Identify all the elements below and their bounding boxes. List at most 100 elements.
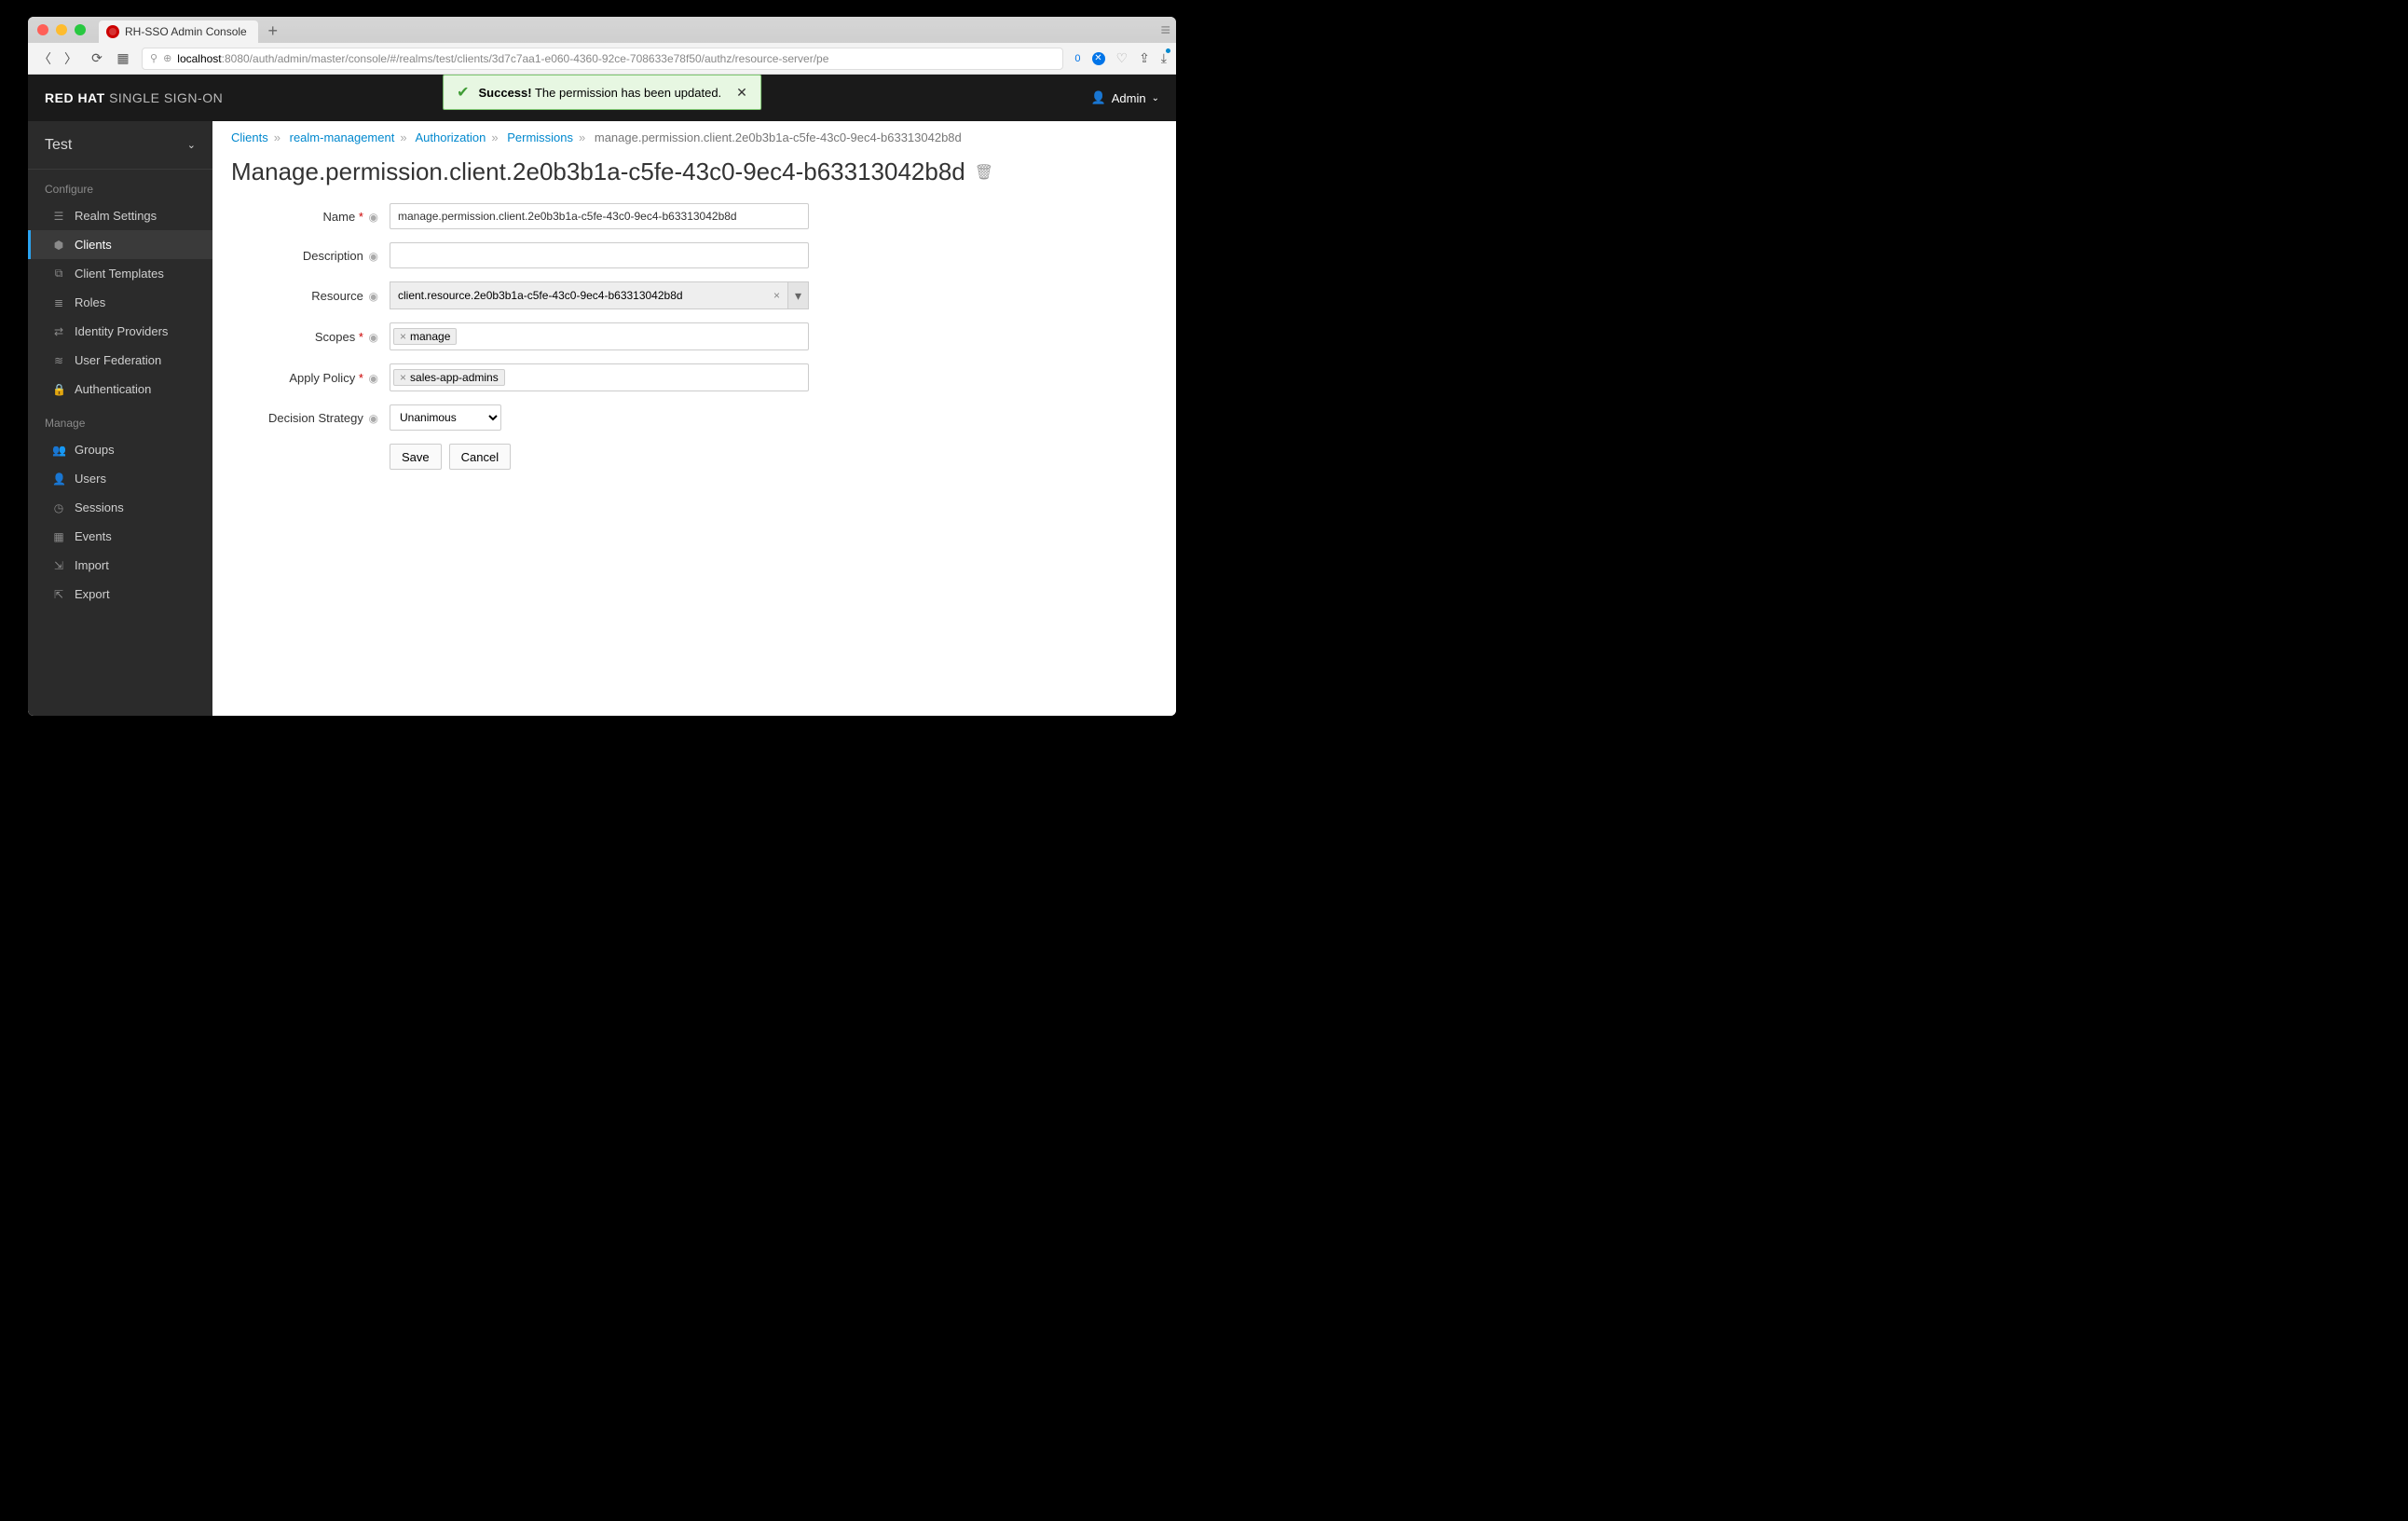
help-icon[interactable]: ◉ bbox=[369, 372, 378, 385]
chevron-down-icon: ⌄ bbox=[1152, 93, 1159, 103]
apps-grid-icon[interactable]: ▦ bbox=[116, 50, 130, 66]
url-field[interactable]: ⚲ ⊕ localhost:8080/auth/admin/master/con… bbox=[142, 48, 1063, 70]
export-icon: ⇱ bbox=[52, 588, 65, 601]
scope-tag[interactable]: × manage bbox=[393, 328, 457, 345]
user-menu[interactable]: 👤 Admin ⌄ bbox=[1091, 90, 1159, 105]
tracker-count: 0 bbox=[1074, 53, 1080, 64]
url-path: :8080/auth/admin/master/console/#/realms… bbox=[222, 52, 829, 65]
save-button[interactable]: Save bbox=[390, 444, 442, 470]
sidebar-item-events[interactable]: ▦Events bbox=[28, 522, 212, 551]
apply-policy-input[interactable]: × sales-app-admins bbox=[390, 363, 809, 391]
resource-value: client.resource.2e0b3b1a-c5fe-43c0-9ec4-… bbox=[398, 289, 683, 302]
toast-message: The permission has been updated. bbox=[535, 86, 721, 100]
reload-button[interactable]: ⟳ bbox=[89, 50, 104, 66]
policy-tag[interactable]: × sales-app-admins bbox=[393, 369, 505, 386]
list-icon: ≣ bbox=[52, 296, 65, 309]
help-icon[interactable]: ◉ bbox=[369, 211, 378, 224]
success-toast: ✔ Success! The permission has been updat… bbox=[443, 75, 761, 110]
sidebar-item-clients[interactable]: ⬢Clients bbox=[28, 230, 212, 259]
sidebar-section-configure: Configure bbox=[28, 170, 212, 201]
url-host: localhost bbox=[177, 52, 221, 65]
sidebar-item-label: Sessions bbox=[75, 500, 124, 514]
download-icon[interactable]: ⤓ bbox=[1161, 50, 1167, 66]
sidebar-item-label: Authentication bbox=[75, 382, 151, 396]
favorite-icon[interactable]: ♡ bbox=[1116, 50, 1129, 66]
new-tab-button[interactable]: + bbox=[262, 21, 284, 41]
sidebar-item-identity-providers[interactable]: ⇄ Identity Providers bbox=[28, 317, 212, 346]
clear-resource-button[interactable]: × bbox=[773, 289, 780, 302]
chevron-down-icon: ⌄ bbox=[187, 139, 196, 151]
breadcrumb-permissions[interactable]: Permissions bbox=[507, 130, 573, 144]
help-icon[interactable]: ◉ bbox=[369, 331, 378, 344]
minimize-window-button[interactable] bbox=[56, 24, 67, 35]
templates-icon: ⧉ bbox=[52, 267, 65, 281]
exchange-icon: ⇄ bbox=[52, 325, 65, 338]
maximize-window-button[interactable] bbox=[75, 24, 86, 35]
name-input[interactable] bbox=[390, 203, 809, 229]
label-resource: Resource bbox=[311, 289, 363, 303]
decision-strategy-select[interactable]: Unanimous bbox=[390, 404, 501, 431]
realm-name: Test bbox=[45, 137, 72, 154]
breadcrumb-realm-management[interactable]: realm-management bbox=[290, 130, 395, 144]
remove-tag-icon[interactable]: × bbox=[400, 371, 406, 384]
sidebar-item-label: Import bbox=[75, 558, 109, 572]
help-icon[interactable]: ◉ bbox=[369, 290, 378, 303]
globe-icon: ⊕ bbox=[163, 52, 171, 64]
sidebar-item-label: Roles bbox=[75, 295, 105, 309]
tag-label: manage bbox=[410, 330, 450, 343]
user-label: Admin bbox=[1112, 91, 1146, 105]
tab-overflow-icon[interactable]: ≡ bbox=[1160, 21, 1169, 40]
sidebar-item-user-federation[interactable]: ≋ User Federation bbox=[28, 346, 212, 375]
import-icon: ⇲ bbox=[52, 559, 65, 572]
user-icon: 👤 bbox=[52, 473, 65, 486]
sliders-icon: ☰ bbox=[52, 210, 65, 223]
sidebar-item-export[interactable]: ⇱ Export bbox=[28, 580, 212, 609]
toast-close-button[interactable]: ✕ bbox=[736, 85, 747, 101]
sidebar-item-groups[interactable]: 👥Groups bbox=[28, 435, 212, 464]
close-window-button[interactable] bbox=[37, 24, 48, 35]
sidebar-item-users[interactable]: 👤 Users bbox=[28, 464, 212, 493]
sidebar-item-label: Identity Providers bbox=[75, 324, 168, 338]
help-icon[interactable]: ◉ bbox=[369, 250, 378, 263]
sidebar-item-label: Users bbox=[75, 472, 106, 486]
sidebar-item-authentication[interactable]: 🔒Authentication bbox=[28, 375, 212, 404]
resource-select[interactable]: client.resource.2e0b3b1a-c5fe-43c0-9ec4-… bbox=[390, 281, 809, 309]
sidebar-item-roles[interactable]: ≣ Roles bbox=[28, 288, 212, 317]
sidebar-item-sessions[interactable]: ◷Sessions bbox=[28, 493, 212, 522]
sidebar-item-label: Client Templates bbox=[75, 267, 164, 281]
toast-title: Success! bbox=[479, 86, 532, 100]
back-button[interactable]: 〈 bbox=[37, 49, 52, 68]
sidebar-section-manage: Manage bbox=[28, 404, 212, 435]
label-decision-strategy: Decision Strategy bbox=[268, 411, 363, 425]
breadcrumb-clients[interactable]: Clients bbox=[231, 130, 268, 144]
realm-selector[interactable]: Test ⌄ bbox=[28, 121, 212, 170]
sidebar-item-realm-settings[interactable]: ☰ Realm Settings bbox=[28, 201, 212, 230]
sidebar-item-client-templates[interactable]: ⧉ Client Templates bbox=[28, 259, 212, 288]
sidebar-item-label: Realm Settings bbox=[75, 209, 157, 223]
sidebar-item-import[interactable]: ⇲ Import bbox=[28, 551, 212, 580]
help-icon[interactable]: ◉ bbox=[369, 412, 378, 425]
scopes-input[interactable]: × manage bbox=[390, 322, 809, 350]
browser-tab[interactable]: RH-SSO Admin Console bbox=[99, 21, 258, 43]
breadcrumb-current: manage.permission.client.2e0b3b1a-c5fe-4… bbox=[595, 130, 962, 144]
database-icon: ≋ bbox=[52, 354, 65, 367]
delete-button[interactable]: 🗑 bbox=[975, 163, 993, 182]
remove-tag-icon[interactable]: × bbox=[400, 330, 406, 343]
cancel-button[interactable]: Cancel bbox=[449, 444, 511, 470]
breadcrumb-authorization[interactable]: Authorization bbox=[415, 130, 486, 144]
description-input[interactable] bbox=[390, 242, 809, 268]
browser-toolbar: 〈 〉 ⟳ ▦ ⚲ ⊕ localhost:8080/auth/admin/ma… bbox=[28, 43, 1176, 75]
brand-logo[interactable]: RED HAT SINGLE SIGN-ON bbox=[45, 90, 223, 105]
label-description: Description bbox=[303, 249, 363, 263]
label-name: Name bbox=[323, 210, 356, 224]
forward-button[interactable]: 〉 bbox=[63, 49, 78, 68]
resource-dropdown-button[interactable]: ▾ bbox=[787, 282, 808, 308]
shield-icon[interactable]: ✕ bbox=[1092, 52, 1105, 65]
sidebar-item-label: Groups bbox=[75, 443, 115, 457]
sidebar-item-label: User Federation bbox=[75, 353, 161, 367]
label-apply-policy: Apply Policy bbox=[289, 371, 355, 385]
share-icon[interactable]: ⇪ bbox=[1139, 50, 1150, 66]
sidebar-item-label: Export bbox=[75, 587, 110, 601]
page-title-text: Manage.permission.client.2e0b3b1a-c5fe-4… bbox=[231, 158, 965, 186]
tag-label: sales-app-admins bbox=[410, 371, 499, 384]
